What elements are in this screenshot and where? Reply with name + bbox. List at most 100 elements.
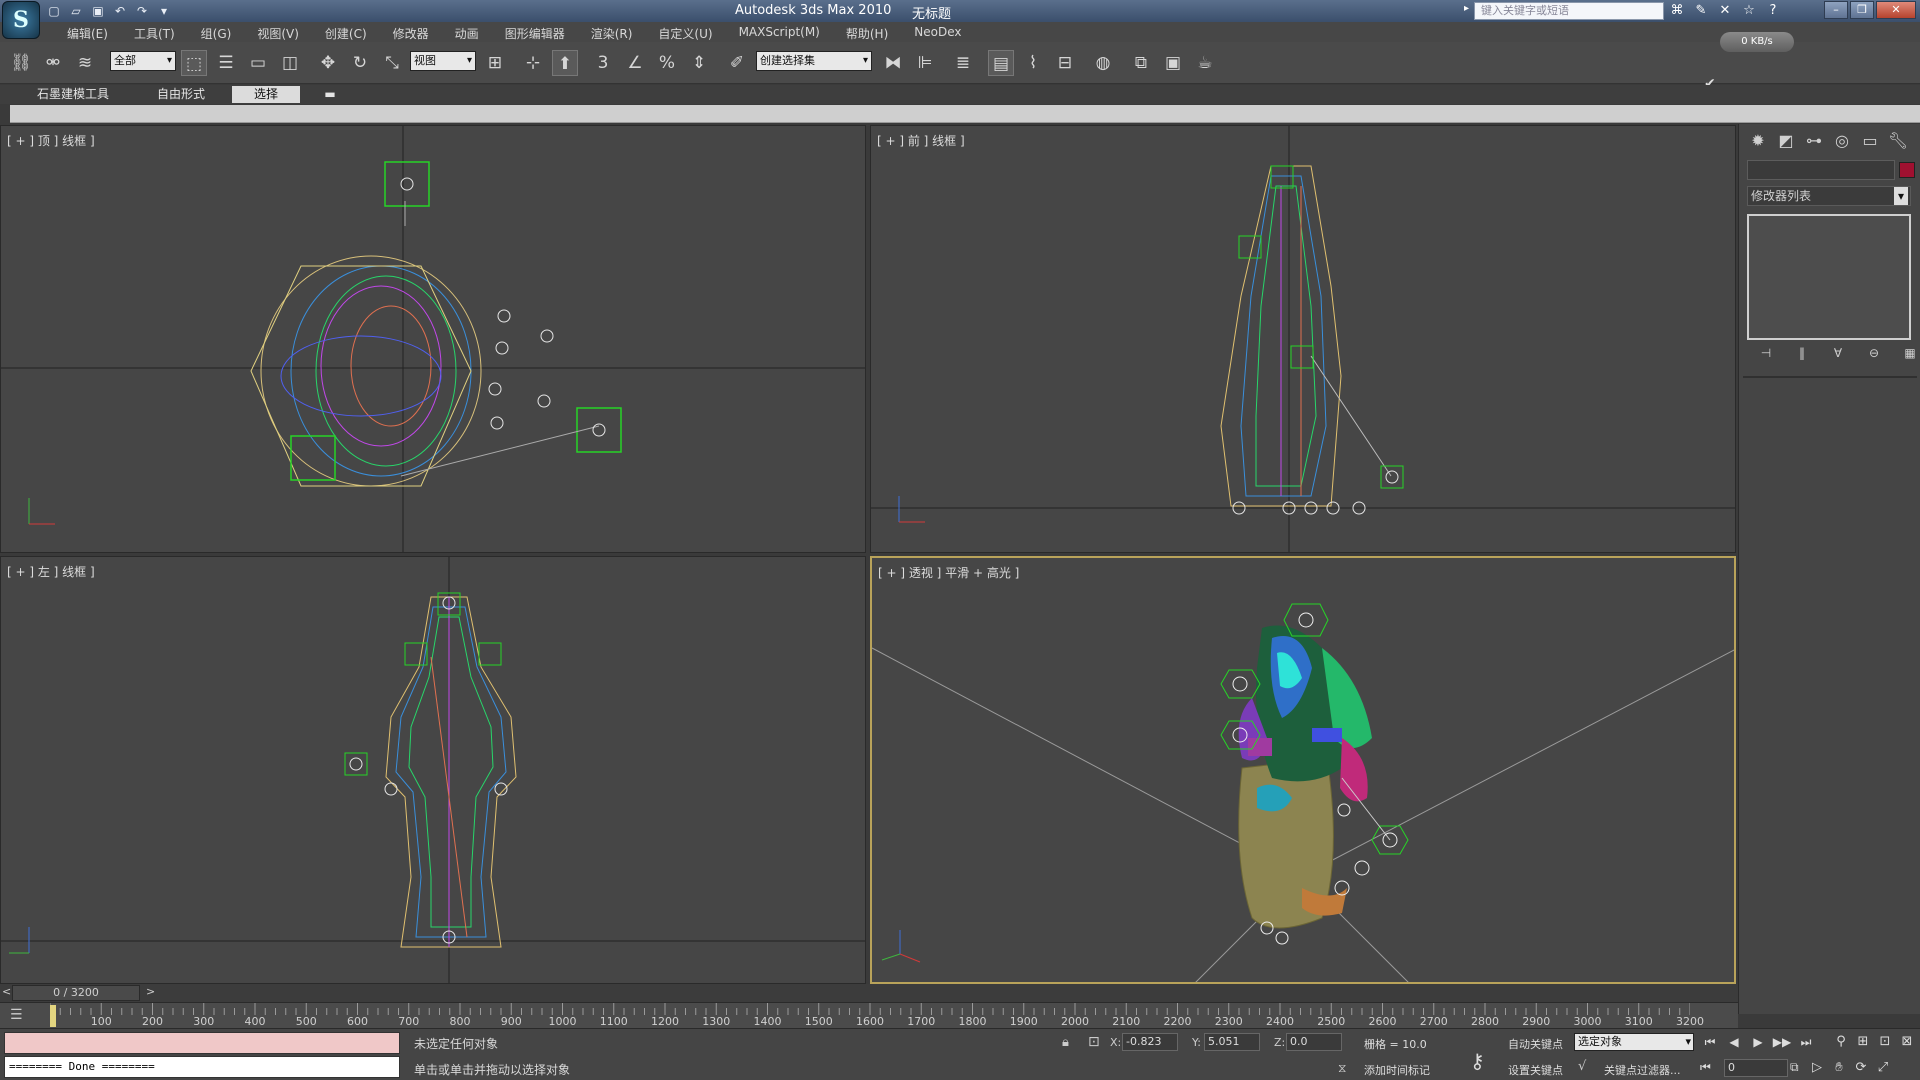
undo-icon[interactable]: ↶ bbox=[112, 3, 128, 19]
layer-manager-icon[interactable]: ≣ bbox=[950, 50, 976, 76]
binoculars-icon[interactable]: ⌘ bbox=[1668, 2, 1686, 20]
viewport-top[interactable]: [ + ] 顶 ] 线框 ] bbox=[0, 125, 866, 553]
create-icon[interactable]: ✹ bbox=[1747, 130, 1769, 152]
menu-item[interactable]: 图形编辑器 bbox=[492, 25, 578, 42]
modifier-list-dropdown[interactable]: 修改器列表 bbox=[1747, 186, 1911, 206]
percent-snap-icon[interactable]: % bbox=[654, 50, 680, 76]
configure-modifier-sets-icon[interactable]: ▦ bbox=[1899, 346, 1920, 364]
window-crossing-icon[interactable]: ◫ bbox=[277, 50, 303, 76]
rotate-icon[interactable]: ↻ bbox=[347, 50, 373, 76]
motion-icon[interactable]: ◎ bbox=[1831, 130, 1853, 152]
menu-item[interactable]: 组(G) bbox=[188, 25, 245, 42]
hierarchy-icon[interactable]: ⊶ bbox=[1803, 130, 1825, 152]
go-to-start-icon[interactable]: ⏮ bbox=[1700, 1032, 1720, 1052]
auto-key-button[interactable]: 自动关键点 bbox=[1508, 1036, 1563, 1052]
viewport-front-label[interactable]: [ + ] 前 ] 线框 ] bbox=[877, 132, 965, 149]
viewport-perspective-label[interactable]: [ + ] 透视 ] 平滑 + 高光 ] bbox=[878, 564, 1019, 581]
x-coordinate-field[interactable]: -0.823 bbox=[1122, 1033, 1178, 1051]
play-icon[interactable]: ▶ bbox=[1748, 1032, 1768, 1052]
select-and-link-icon[interactable]: ⛓ bbox=[8, 50, 34, 76]
search-input[interactable]: 键入关键字或短语 bbox=[1474, 2, 1664, 20]
align-icon[interactable]: ⊫ bbox=[912, 50, 938, 76]
redo-icon[interactable]: ↷ bbox=[134, 3, 150, 19]
manipulate-icon[interactable]: ⊹ bbox=[520, 50, 546, 76]
tab-freeform[interactable]: 自由形式 bbox=[136, 86, 226, 103]
tools-icon[interactable]: ✕ bbox=[1716, 2, 1734, 20]
modifier-stack[interactable] bbox=[1747, 214, 1911, 340]
curve-editor-icon[interactable]: ⌇ bbox=[1020, 50, 1046, 76]
pan-icon[interactable]: ✋︎ bbox=[1830, 1058, 1848, 1078]
set-key-icon[interactable]: ⚷ bbox=[1470, 1049, 1485, 1073]
object-name-field[interactable] bbox=[1747, 160, 1895, 180]
trackbar[interactable]: ☰ 100 200 300 400 500 600 700 800 900 1000 1100 120… bbox=[0, 1002, 1738, 1028]
zoom-extents-all-icon[interactable]: ⊠ bbox=[1898, 1032, 1916, 1052]
pivot-center-icon[interactable]: ⊞ bbox=[482, 50, 508, 76]
utilities-icon[interactable]: 🔧︎ bbox=[1887, 130, 1909, 152]
set-key-button[interactable]: 设置关键点 bbox=[1508, 1062, 1563, 1078]
menu-item[interactable]: 修改器 bbox=[380, 25, 442, 42]
prev-frame-arrow[interactable]: < bbox=[2, 985, 11, 998]
go-to-end-icon[interactable]: ⏭ bbox=[1796, 1032, 1816, 1052]
help-icon[interactable]: ? bbox=[1764, 2, 1782, 20]
z-coordinate-field[interactable]: 0.0 bbox=[1286, 1033, 1342, 1051]
make-unique-icon[interactable]: ∀ bbox=[1827, 346, 1849, 364]
display-icon[interactable]: ▭ bbox=[1859, 130, 1881, 152]
menu-item[interactable]: 工具(T) bbox=[121, 25, 188, 42]
selection-lock-icon[interactable]: 🔒︎ bbox=[1062, 1035, 1069, 1050]
current-frame-field[interactable]: 0 bbox=[1724, 1059, 1788, 1077]
schematic-view-icon[interactable]: ⊟ bbox=[1052, 50, 1078, 76]
edit-named-selection-icon[interactable]: ✐ bbox=[724, 50, 750, 76]
previous-frame-icon[interactable]: ◀ bbox=[1724, 1032, 1744, 1052]
save-icon[interactable]: ▣ bbox=[90, 3, 106, 19]
menu-item[interactable]: 视图(V) bbox=[244, 25, 312, 42]
select-object-icon[interactable]: ⬚ bbox=[181, 50, 207, 76]
viewport-perspective[interactable]: [ + ] 透视 ] 平滑 + 高光 ] bbox=[870, 556, 1736, 984]
menu-item[interactable]: NeoDex bbox=[901, 25, 974, 42]
select-by-name-icon[interactable]: ☰ bbox=[213, 50, 239, 76]
remove-modifier-icon[interactable]: ⊖ bbox=[1863, 346, 1885, 364]
menu-item[interactable]: 动画 bbox=[442, 25, 492, 42]
key-mode-icon[interactable]: √ bbox=[1578, 1059, 1586, 1074]
menu-item[interactable]: 编辑(E) bbox=[54, 25, 121, 42]
menu-item[interactable]: MAXScript(M) bbox=[726, 25, 833, 42]
time-slider-thumb[interactable]: 0 / 3200 bbox=[12, 985, 140, 1001]
rectangular-selection-icon[interactable]: ▭ bbox=[245, 50, 271, 76]
object-color-swatch[interactable] bbox=[1899, 162, 1915, 178]
minimize-button[interactable]: – bbox=[1824, 1, 1848, 19]
key-selection-dropdown[interactable]: 选定对象 bbox=[1574, 1033, 1694, 1051]
favorites-star-icon[interactable]: ☆ bbox=[1740, 2, 1758, 20]
mirror-icon[interactable]: ⧓ bbox=[880, 50, 906, 76]
search-expand-icon[interactable]: ▸ bbox=[1464, 3, 1469, 14]
spinner-snap-icon[interactable]: ⇕ bbox=[686, 50, 712, 76]
move-icon[interactable]: ✥ bbox=[315, 50, 341, 76]
menu-item[interactable]: 创建(C) bbox=[312, 25, 380, 42]
new-file-icon[interactable]: ▢ bbox=[46, 3, 62, 19]
viewport-top-label[interactable]: [ + ] 顶 ] 线框 ] bbox=[7, 132, 95, 149]
viewport-left-label[interactable]: [ + ] 左 ] 线框 ] bbox=[7, 563, 95, 580]
time-slider[interactable]: < 0 / 3200 > bbox=[0, 984, 1738, 1002]
key-filters-button[interactable]: 关键点过滤器... bbox=[1604, 1062, 1681, 1078]
zoom-extents-icon[interactable]: ⊡ bbox=[1876, 1032, 1894, 1052]
rendered-frame-window-icon[interactable]: ▣ bbox=[1160, 50, 1186, 76]
orbit-icon[interactable]: ⟳ bbox=[1852, 1058, 1870, 1078]
y-coordinate-field[interactable]: 5.051 bbox=[1204, 1033, 1260, 1051]
keyboard-shortcut-override-icon[interactable]: ⬆ bbox=[552, 50, 578, 76]
key-mode-toggle-icon[interactable]: ⏮ bbox=[1700, 1060, 1711, 1075]
customize-dropdown-icon[interactable]: ▾ bbox=[156, 3, 172, 19]
maxscript-listener-input[interactable] bbox=[4, 1032, 400, 1054]
reference-coordinate-dropdown[interactable]: 视图 bbox=[410, 51, 476, 71]
render-setup-icon[interactable]: ⧉ bbox=[1128, 50, 1154, 76]
scale-icon[interactable]: ⤡ bbox=[379, 50, 405, 76]
close-button[interactable]: ✕ bbox=[1876, 1, 1916, 19]
absolute-mode-icon[interactable]: ⊡ bbox=[1088, 1034, 1100, 1050]
angle-snap-icon[interactable]: ∠ bbox=[622, 50, 648, 76]
field-of-view-icon[interactable]: ▷ bbox=[1808, 1058, 1826, 1078]
tab-selection[interactable]: 选择 bbox=[232, 86, 300, 103]
selection-filter-dropdown[interactable]: 全部 bbox=[110, 51, 176, 71]
viewport-left[interactable]: [ + ] 左 ] 线框 ] bbox=[0, 556, 866, 984]
menu-item[interactable]: 帮助(H) bbox=[833, 25, 901, 42]
next-frame-arrow[interactable]: > bbox=[146, 985, 155, 998]
next-frame-icon[interactable]: ▶▶ bbox=[1772, 1032, 1792, 1052]
time-tag-icon[interactable]: ⧖ bbox=[1338, 1061, 1346, 1076]
snaps-toggle-icon[interactable]: 3 bbox=[590, 50, 616, 76]
